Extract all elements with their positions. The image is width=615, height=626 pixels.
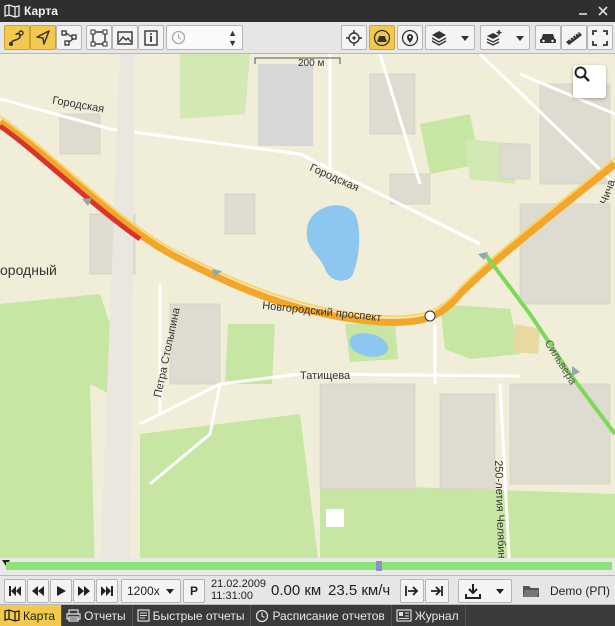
car-icon <box>540 33 556 43</box>
tab-journal[interactable]: Журнал <box>392 605 466 626</box>
ruler-button[interactable] <box>561 25 587 50</box>
download-dropdown[interactable] <box>458 579 512 603</box>
go-to-end-button[interactable] <box>425 579 449 603</box>
crosshair-icon <box>346 29 362 46</box>
account-folder-button[interactable]: Demo (РП) <box>522 579 611 603</box>
place-marker-button[interactable] <box>397 25 423 50</box>
skip-end-icon <box>101 586 113 596</box>
street-label-tatishcheva: Татищева <box>300 370 351 382</box>
navigate-tool-button[interactable] <box>30 25 56 50</box>
playback-timeline[interactable] <box>0 558 615 575</box>
arrow-to-end-icon <box>431 586 443 596</box>
tab-report-schedule[interactable]: Расписание отчетов <box>251 605 392 626</box>
playback-speed-readout: 23.5 км/ч <box>328 582 391 599</box>
fast-forward-button[interactable] <box>73 579 95 603</box>
fast-forward-icon <box>78 586 90 596</box>
tab-label: Отчеты <box>84 608 126 623</box>
window-title: Карта <box>24 4 58 18</box>
folder-icon <box>523 586 539 597</box>
chevron-down-icon <box>461 35 469 41</box>
tab-label: Карта <box>23 608 56 623</box>
skip-to-start-button[interactable] <box>4 579 26 603</box>
chevron-down-icon <box>166 589 174 594</box>
layers-dropdown[interactable] <box>425 25 475 50</box>
map-canvas[interactable]: 200 м Городская Городская ородный Петра … <box>0 54 615 575</box>
track-tool-button[interactable] <box>4 25 30 50</box>
ruler-icon <box>566 31 582 45</box>
select-area-icon <box>90 29 108 46</box>
playback-time: 11:31:00 <box>211 590 254 602</box>
window-titlebar: Карта <box>0 0 615 22</box>
clock-icon <box>255 609 269 623</box>
printer-icon <box>66 609 81 622</box>
timeline-track[interactable] <box>6 562 612 570</box>
report-icon <box>136 609 150 622</box>
fullscreen-icon <box>592 29 608 46</box>
add-layer-dropdown[interactable] <box>480 25 530 50</box>
layers-icon <box>431 30 447 46</box>
map-toolbar: ▲ ▼ <box>0 22 615 54</box>
play-icon <box>57 586 66 596</box>
map-scale-label: 200 м <box>298 58 325 69</box>
add-layer-icon <box>486 29 502 46</box>
tab-quick-reports[interactable]: Быстрые отчеты <box>133 605 252 626</box>
navigate-arrow-icon <box>36 29 50 45</box>
playback-speed-value: 1200x <box>127 584 160 598</box>
track-icon <box>9 29 24 46</box>
time-spinner[interactable]: ▲ ▼ <box>228 28 237 48</box>
time-input[interactable]: ▲ ▼ <box>166 25 243 50</box>
image-icon <box>117 30 133 45</box>
location-pin-icon <box>401 29 419 46</box>
rewind-icon <box>32 586 44 596</box>
timeline-position-marker[interactable] <box>375 561 382 571</box>
map-window: Карта ▲ ▼ 200 м Городская Городская ород… <box>0 0 615 626</box>
info-tool-button[interactable] <box>138 25 164 50</box>
bottom-tab-bar: Карта Отчеты Быстрые отчеты Расписание о… <box>0 605 615 626</box>
follow-vehicle-button[interactable] <box>369 25 395 50</box>
playback-speed-select[interactable]: 1200x <box>121 579 181 603</box>
route-tool-button[interactable] <box>56 25 82 50</box>
rewind-button[interactable] <box>27 579 49 603</box>
map-icon <box>4 609 20 622</box>
download-icon <box>465 584 481 599</box>
area-select-button[interactable] <box>86 25 112 50</box>
chevron-down-icon <box>516 35 524 41</box>
fullscreen-button[interactable] <box>587 25 613 50</box>
journal-icon <box>396 609 412 622</box>
vehicle-button[interactable] <box>535 25 561 50</box>
search-icon <box>574 66 590 82</box>
close-button[interactable] <box>594 2 612 20</box>
tab-label: Быстрые отчеты <box>152 608 245 623</box>
minimize-button[interactable] <box>574 2 592 20</box>
account-name: Demo (РП) <box>550 584 610 598</box>
route-icon <box>61 29 77 46</box>
skip-to-end-button[interactable] <box>96 579 118 603</box>
tab-label: Журнал <box>414 608 459 623</box>
car-target-icon <box>373 29 391 46</box>
image-tool-button[interactable] <box>112 25 138 50</box>
info-icon <box>144 29 158 46</box>
play-button[interactable] <box>50 579 72 603</box>
clock-icon <box>171 30 186 50</box>
tab-map[interactable]: Карта <box>0 605 63 626</box>
p-button[interactable]: P <box>183 579 205 603</box>
playback-distance: 0.00 км <box>271 582 322 599</box>
map-search-button[interactable] <box>573 65 606 98</box>
playback-date: 21.02.2009 <box>211 578 267 590</box>
map-icon <box>4 4 20 18</box>
center-target-button[interactable] <box>341 25 367 50</box>
playback-bar: 1200x P 21.02.2009 11:31:00 0.00 км 23.5… <box>0 575 615 605</box>
tab-label: Расписание отчетов <box>272 608 385 623</box>
tab-reports[interactable]: Отчеты <box>62 605 133 626</box>
district-label: ородный <box>0 262 57 278</box>
chevron-down-icon <box>496 589 504 594</box>
arrow-right-bar-icon <box>405 586 419 596</box>
step-forward-button[interactable] <box>400 579 424 603</box>
skip-start-icon <box>9 586 21 596</box>
